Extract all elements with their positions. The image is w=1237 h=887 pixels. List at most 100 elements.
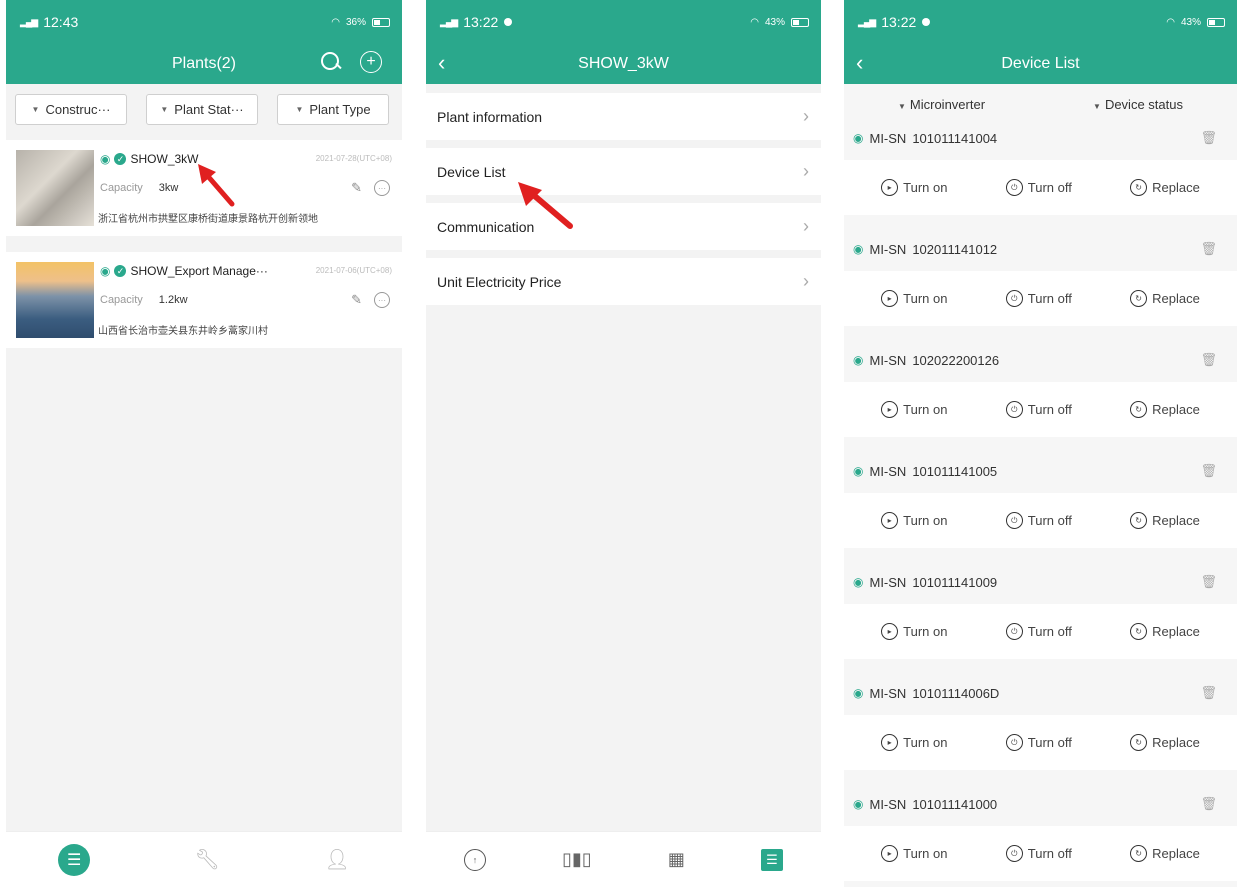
- edit-icon[interactable]: ✎: [351, 292, 362, 308]
- trash-icon[interactable]: 🗑︎: [1200, 241, 1217, 257]
- back-icon[interactable]: ‹: [856, 50, 863, 76]
- turn-on-button[interactable]: ▸ Turn on: [881, 734, 947, 751]
- add-icon[interactable]: +: [360, 51, 382, 73]
- device-sn: 10101114006D: [912, 685, 1000, 701]
- power-icon: ⏻: [1005, 179, 1023, 196]
- turn-on-button[interactable]: ▸ Turn on: [881, 179, 947, 196]
- status-bar: ▂▄▆ 12:43 ◠ 36%: [6, 0, 402, 44]
- device-actions: ▸ Turn on ⏻ Turn off ↻ Replace: [844, 715, 1237, 770]
- device-actions: ▸ Turn on ⏻ Turn off ↻ Replace: [844, 826, 1237, 881]
- replace-button[interactable]: ↻ Replace: [1130, 512, 1200, 529]
- turn-on-button[interactable]: ▸ Turn on: [881, 845, 947, 862]
- wifi-status-icon: ◠: [331, 16, 340, 28]
- plant-date: 2021-07-06(UTC+08): [315, 266, 392, 275]
- device-actions: ▸ Turn on ⏻ Turn off ↻ Replace: [844, 160, 1237, 215]
- play-icon: ▸: [881, 512, 899, 529]
- filter-device-status[interactable]: ▼ Device status: [1093, 97, 1183, 112]
- plant-card[interactable]: ◉ ✓ SHOW_Export Manage··· 2021-07-06(UTC+0…: [6, 252, 402, 348]
- nav-bar: ‹ Device List: [844, 44, 1237, 84]
- action-label: Turn off: [1027, 180, 1072, 195]
- tab-bar: ↑ ▯▮▯ ▦ ☰: [426, 831, 821, 887]
- plant-photo: [16, 150, 94, 226]
- replace-icon: ↻: [1130, 623, 1148, 640]
- wifi-icon: ◉: [100, 264, 111, 278]
- wifi-icon: ◉: [853, 464, 864, 478]
- tab-overview-icon[interactable]: ↑: [464, 848, 487, 871]
- action-label: Turn off: [1027, 291, 1072, 306]
- turn-on-button[interactable]: ▸ Turn on: [881, 290, 947, 307]
- device-header: ◉ MI-SN 101011141004 🗑︎: [844, 124, 1237, 152]
- battery-icon: [791, 17, 809, 27]
- nav-bar: ‹ SHOW_3kW: [426, 44, 821, 84]
- tab-statistics-icon[interactable]: ▯▮▯: [562, 849, 592, 870]
- turn-on-button[interactable]: ▸ Turn on: [881, 623, 947, 640]
- trash-icon[interactable]: 🗑︎: [1200, 463, 1217, 479]
- wifi-status-icon: ◠: [750, 16, 759, 28]
- turn-off-button[interactable]: ⏻ Turn off: [1005, 401, 1072, 418]
- filter-plant-type[interactable]: ▼ Plant Type: [277, 93, 389, 125]
- tab-tools-icon[interactable]: 🔧︎: [195, 847, 220, 872]
- back-icon[interactable]: ‹: [438, 50, 445, 76]
- tab-layout-icon[interactable]: ▦: [668, 849, 685, 870]
- filter-label: Device status: [1104, 96, 1183, 112]
- menu-communication[interactable]: Communication ›: [426, 203, 821, 250]
- device-item: ◉ MI-SN 101011141009 🗑︎ ▸ Turn on ⏻ Turn off ↻ Re…: [844, 568, 1237, 659]
- power-icon: ⏻: [1005, 734, 1023, 751]
- turn-on-button[interactable]: ▸ Turn on: [881, 512, 947, 529]
- device-sn: 101011141009: [912, 574, 998, 590]
- turn-on-button[interactable]: ▸ Turn on: [881, 401, 947, 418]
- replace-button[interactable]: ↻ Replace: [1130, 290, 1200, 307]
- search-icon[interactable]: [320, 51, 342, 73]
- tab-details-icon[interactable]: ☰: [760, 848, 783, 871]
- tab-plants-icon[interactable]: ☰: [58, 843, 91, 876]
- status-bar: ▂▄▆ 13:22 ◠ 43%: [426, 0, 821, 44]
- trash-icon[interactable]: 🗑︎: [1200, 685, 1217, 701]
- replace-button[interactable]: ↻ Replace: [1130, 179, 1200, 196]
- turn-off-button[interactable]: ⏻ Turn off: [1005, 845, 1072, 862]
- more-icon[interactable]: ···: [374, 180, 390, 196]
- action-label: Turn on: [903, 735, 948, 750]
- trash-icon[interactable]: 🗑︎: [1200, 796, 1217, 812]
- tab-profile-icon[interactable]: 👤︎: [324, 847, 349, 872]
- device-actions: ▸ Turn on ⏻ Turn off ↻ Replace: [844, 604, 1237, 659]
- menu-unit-electricity-price[interactable]: Unit Electricity Price ›: [426, 258, 821, 305]
- edit-icon[interactable]: ✎: [351, 180, 362, 196]
- trash-icon[interactable]: 🗑︎: [1200, 352, 1217, 368]
- filter-microinverter[interactable]: ▼ Microinverter: [898, 97, 985, 112]
- replace-button[interactable]: ↻ Replace: [1130, 845, 1200, 862]
- turn-off-button[interactable]: ⏻ Turn off: [1005, 179, 1072, 196]
- menu-label: Plant information: [437, 108, 543, 125]
- turn-off-button[interactable]: ⏻ Turn off: [1005, 512, 1072, 529]
- trash-icon[interactable]: 🗑︎: [1200, 130, 1217, 146]
- device-header: ◉ MI-SN 10101114006D 🗑︎: [844, 679, 1237, 707]
- replace-icon: ↻: [1130, 290, 1148, 307]
- wifi-icon: ◉: [853, 575, 864, 589]
- turn-off-button[interactable]: ⏻ Turn off: [1005, 290, 1072, 307]
- replace-button[interactable]: ↻ Replace: [1130, 401, 1200, 418]
- menu-plant-information[interactable]: Plant information ›: [426, 93, 821, 140]
- action-label: Turn on: [903, 846, 948, 861]
- filter-construction[interactable]: ▼ Construc···: [15, 93, 127, 125]
- device-item: ◉ MI-SN 10101114006D 🗑︎ ▸ Turn on ⏻ Turn off ↻ Re…: [844, 679, 1237, 770]
- device-header: ◉ MI-SN 102022200126 🗑︎: [844, 346, 1237, 374]
- more-icon[interactable]: ···: [374, 292, 390, 308]
- menu-device-list[interactable]: Device List ›: [426, 148, 821, 195]
- replace-icon: ↻: [1130, 734, 1148, 751]
- record-dot-icon: [504, 18, 513, 26]
- battery-icon: [1207, 17, 1225, 27]
- device-item: ◉ MI-SN 101011141004 🗑︎ ▸ Turn on ⏻ Turn off ↻ Re…: [844, 124, 1237, 215]
- replace-button[interactable]: ↻ Replace: [1130, 734, 1200, 751]
- replace-icon: ↻: [1130, 512, 1148, 529]
- power-icon: ⏻: [1005, 512, 1023, 529]
- filter-plant-status[interactable]: ▼ Plant Stat···: [146, 93, 258, 125]
- device-item: ◉ MI-SN 101011141005 🗑︎ ▸ Turn on ⏻ Turn off ↻ Re…: [844, 457, 1237, 548]
- trash-icon[interactable]: 🗑︎: [1200, 574, 1217, 590]
- plant-card[interactable]: ◉ ✓ SHOW_3kW 2021-07-28(UTC+08) Capacity 3k…: [6, 140, 402, 236]
- power-icon: ⏻: [1005, 845, 1023, 862]
- turn-off-button[interactable]: ⏻ Turn off: [1005, 623, 1072, 640]
- plant-name: SHOW_Export Manage···: [130, 264, 268, 278]
- replace-button[interactable]: ↻ Replace: [1130, 623, 1200, 640]
- page-title: Plants(2): [171, 55, 237, 72]
- device-sn: 101011141004: [912, 130, 998, 146]
- turn-off-button[interactable]: ⏻ Turn off: [1005, 734, 1072, 751]
